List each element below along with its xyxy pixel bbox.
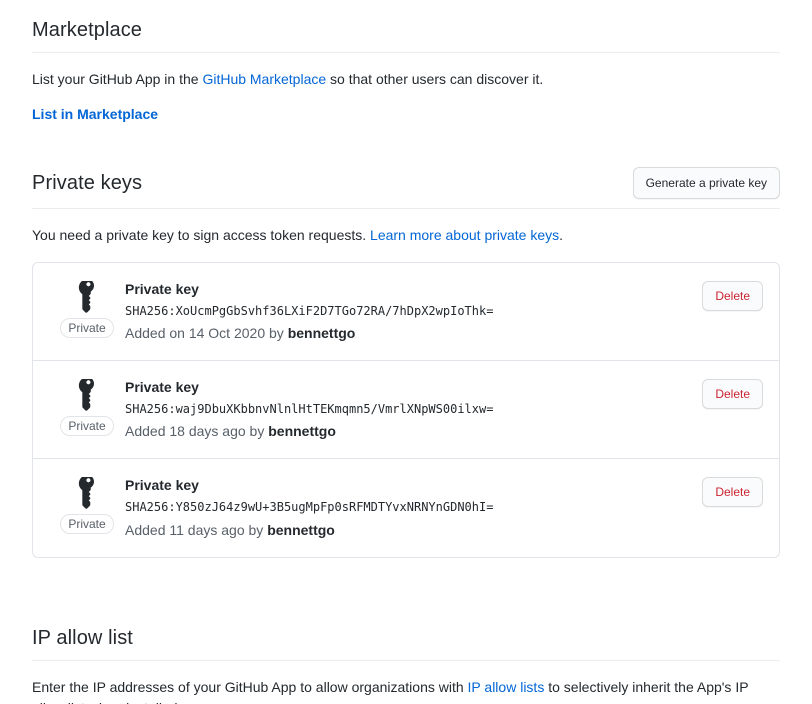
ip-allow-lists-link[interactable]: IP allow lists	[468, 679, 545, 695]
key-actions: Delete	[686, 475, 763, 507]
key-added-meta: Added 11 days ago by bennettgo	[125, 520, 686, 541]
delete-key-button[interactable]: Delete	[702, 379, 763, 409]
key-added-text: Added 18 days ago by	[125, 423, 268, 439]
key-icon	[71, 281, 103, 313]
key-figure: Private	[49, 279, 125, 338]
settings-page: Marketplace List your GitHub App in the …	[0, 0, 812, 704]
status-badge: Private	[60, 416, 113, 436]
learn-more-private-keys-link[interactable]: Learn more about private keys	[370, 227, 559, 243]
private-keys-section: Private keys Generate a private key You …	[32, 125, 780, 558]
generate-private-key-button[interactable]: Generate a private key	[633, 167, 780, 199]
key-details: Private key SHA256:waj9DbuXKbbnvNlnlHtTE…	[125, 377, 686, 442]
ip-allow-list-description-prefix: Enter the IP addresses of your GitHub Ap…	[32, 679, 468, 695]
page-title-private-keys: Private keys	[32, 171, 142, 196]
ip-allow-list-section-header: IP allow list	[32, 626, 780, 661]
key-title: Private key	[125, 279, 686, 300]
key-figure: Private	[49, 475, 125, 534]
key-details: Private key SHA256:XoUcmPgGbSvhf36LXiF2D…	[125, 279, 686, 344]
key-figure: Private	[49, 377, 125, 436]
key-added-meta: Added 18 days ago by bennettgo	[125, 421, 686, 442]
table-row: Private Private key SHA256:Y850zJ64z9wU+…	[33, 458, 779, 556]
list-in-marketplace-link[interactable]: List in Marketplace	[32, 104, 158, 125]
table-row: Private Private key SHA256:XoUcmPgGbSvhf…	[33, 263, 779, 360]
private-keys-description-suffix: .	[559, 227, 563, 243]
key-actions: Delete	[686, 377, 763, 409]
key-added-meta: Added on 14 Oct 2020 by bennettgo	[125, 323, 686, 344]
key-added-text: Added on 14 Oct 2020 by	[125, 325, 288, 341]
table-row: Private Private key SHA256:waj9DbuXKbbnv…	[33, 360, 779, 458]
marketplace-section-header: Marketplace	[32, 18, 780, 53]
private-keys-description-prefix: You need a private key to sign access to…	[32, 227, 370, 243]
delete-key-button[interactable]: Delete	[702, 281, 763, 311]
key-title: Private key	[125, 475, 686, 496]
key-icon	[71, 477, 103, 509]
private-keys-description: You need a private key to sign access to…	[32, 225, 780, 246]
delete-key-button[interactable]: Delete	[702, 477, 763, 507]
marketplace-section: Marketplace List your GitHub App in the …	[32, 0, 780, 125]
key-added-text: Added 11 days ago by	[125, 522, 267, 538]
key-icon	[71, 379, 103, 411]
private-keys-list: Private Private key SHA256:XoUcmPgGbSvhf…	[32, 262, 780, 558]
status-badge: Private	[60, 318, 113, 338]
page-title-ip-allow-list: IP allow list	[32, 626, 133, 651]
key-title: Private key	[125, 377, 686, 398]
key-details: Private key SHA256:Y850zJ64z9wU+3B5ugMpF…	[125, 475, 686, 540]
status-badge: Private	[60, 514, 113, 534]
page-title-marketplace: Marketplace	[32, 18, 142, 43]
private-keys-section-header: Private keys Generate a private key	[32, 167, 780, 209]
ip-allow-list-section: IP allow list Enter the IP addresses of …	[32, 558, 780, 704]
github-marketplace-link[interactable]: GitHub Marketplace	[202, 71, 326, 87]
key-author: bennettgo	[267, 522, 335, 538]
key-author: bennettgo	[268, 423, 336, 439]
key-actions: Delete	[686, 279, 763, 311]
key-author: bennettgo	[288, 325, 356, 341]
key-fingerprint: SHA256:XoUcmPgGbSvhf36LXiF2D7TGo72RA/7hD…	[125, 302, 686, 321]
marketplace-description-suffix: so that other users can discover it.	[326, 71, 543, 87]
ip-allow-list-description: Enter the IP addresses of your GitHub Ap…	[32, 677, 780, 704]
marketplace-description-prefix: List your GitHub App in the	[32, 71, 202, 87]
marketplace-description: List your GitHub App in the GitHub Marke…	[32, 69, 780, 90]
key-fingerprint: SHA256:waj9DbuXKbbnvNlnlHtTEKmqmn5/VmrlX…	[125, 400, 686, 419]
key-fingerprint: SHA256:Y850zJ64z9wU+3B5ugMpFp0sRFMDTYvxN…	[125, 498, 686, 517]
